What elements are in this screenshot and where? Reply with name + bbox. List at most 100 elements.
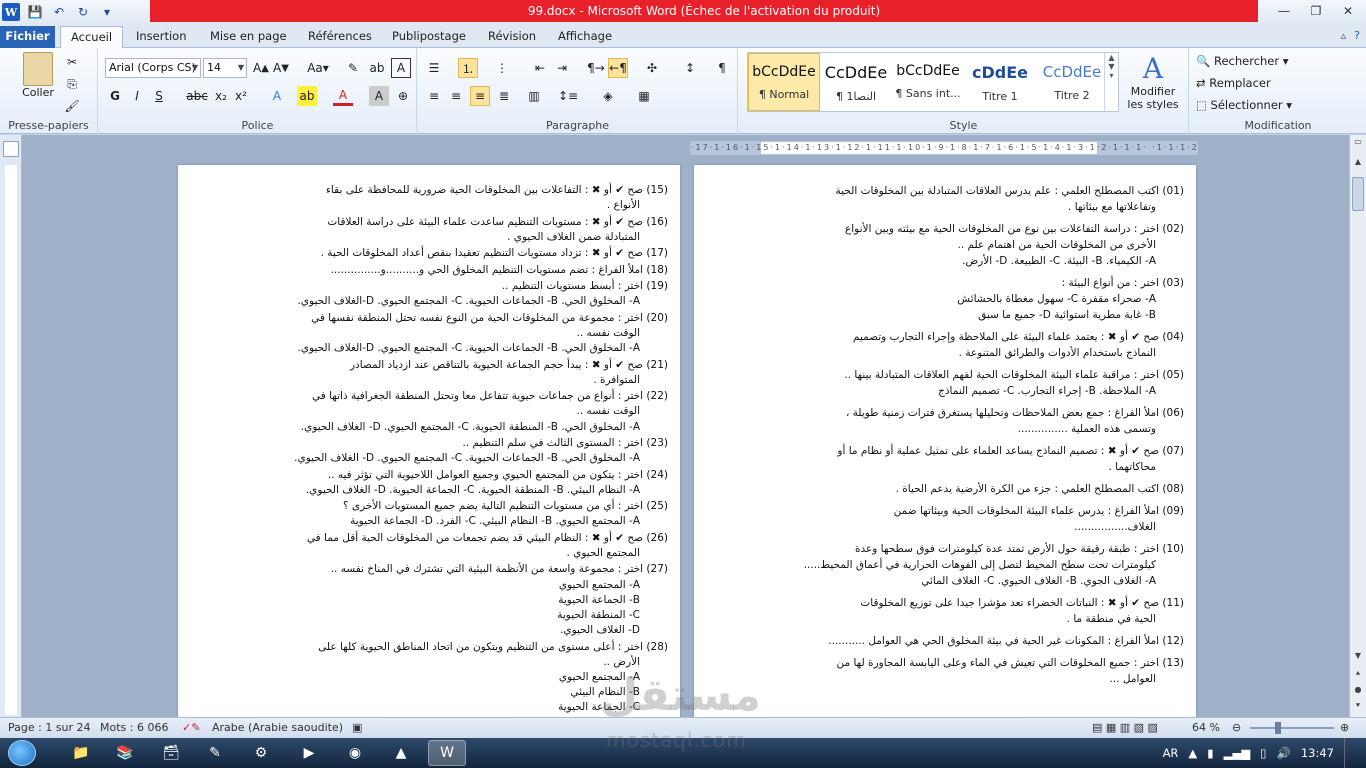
distributed-icon[interactable]: ▥: [524, 86, 544, 106]
zoom-level[interactable]: 64 %: [1192, 721, 1220, 734]
subscript-icon[interactable]: x₂: [211, 86, 231, 106]
style-custom[interactable]: CcDdEe ¶ النصا1: [820, 53, 892, 111]
clock[interactable]: 13:47: [1301, 746, 1334, 760]
scroll-down-icon[interactable]: ▼: [1350, 651, 1366, 665]
media-icon[interactable]: ▶: [290, 740, 328, 766]
winrar-icon[interactable]: 📚: [106, 740, 144, 766]
next-page-icon[interactable]: ⯆: [1350, 701, 1366, 715]
tab-mailings[interactable]: Publipostage: [382, 26, 476, 48]
explorer-icon[interactable]: 📁: [62, 740, 100, 766]
word-counter[interactable]: Mots : 6 066: [100, 721, 168, 734]
justify-icon[interactable]: ≣: [494, 86, 514, 106]
tab-home[interactable]: Accueil: [60, 26, 124, 49]
clear-formatting-icon[interactable]: ✎: [343, 58, 363, 78]
ltr-direction-icon[interactable]: ¶→: [586, 58, 606, 78]
tab-page-layout[interactable]: Mise en page: [200, 26, 297, 48]
character-border-icon[interactable]: A: [391, 58, 411, 78]
volume-icon[interactable]: 🔊: [1277, 746, 1291, 760]
language-indicator-tray[interactable]: AR: [1163, 746, 1179, 760]
style-heading-2[interactable]: CcDdEe Titre 2: [1036, 53, 1108, 111]
find-button[interactable]: 🔍 Rechercher ▾: [1196, 54, 1289, 68]
multilevel-list-icon[interactable]: ⋮: [492, 58, 512, 78]
increase-indent-icon[interactable]: ⇥: [552, 58, 572, 78]
style-heading-1[interactable]: cDdEe Titre 1: [964, 53, 1036, 111]
drive-icon[interactable]: ▲: [382, 740, 420, 766]
font-family-select[interactable]: Arial (Corps CS) ▼: [105, 58, 201, 78]
archive-icon[interactable]: 🗃: [152, 740, 190, 766]
tray-arrow-icon[interactable]: ▲: [1188, 746, 1197, 760]
style-normal[interactable]: bCcDdEe ¶ Normal: [748, 53, 820, 111]
document-page-1[interactable]: (01) اكتب المصطلح العلمي : علم يدرس العل…: [694, 165, 1196, 725]
align-center-icon[interactable]: ≡: [446, 86, 466, 106]
close-button[interactable]: ✕: [1334, 2, 1362, 20]
change-case-icon[interactable]: Aa▾: [305, 58, 331, 78]
phonetic-guide-icon[interactable]: ab: [367, 58, 387, 78]
shading-icon[interactable]: ◈: [598, 86, 618, 106]
tab-file[interactable]: Fichier: [0, 26, 55, 48]
tab-review[interactable]: Révision: [478, 26, 546, 48]
show-desktop-button[interactable]: [1344, 738, 1354, 768]
restore-button[interactable]: ❐: [1302, 2, 1330, 20]
borders-icon[interactable]: ▦: [634, 86, 654, 106]
underline-button[interactable]: S: [149, 86, 169, 106]
network-icon[interactable]: ▮: [1207, 746, 1213, 760]
page-counter[interactable]: Page : 1 sur 24: [8, 721, 91, 734]
zoom-slider-thumb[interactable]: [1275, 722, 1281, 734]
numbering-icon[interactable]: ⒈: [458, 58, 478, 78]
font-size-select[interactable]: 14 ▼: [203, 58, 247, 78]
zoom-out-icon[interactable]: ⊖: [1232, 721, 1241, 734]
enclose-characters-icon[interactable]: ⊕: [393, 86, 413, 106]
word-taskbar-icon[interactable]: W: [428, 740, 466, 766]
battery-icon[interactable]: ▯: [1260, 746, 1266, 760]
cut-icon[interactable]: ✂: [62, 52, 82, 72]
asian-layout-icon[interactable]: ✣: [642, 58, 662, 78]
zoom-in-icon[interactable]: ⊕: [1340, 721, 1349, 734]
customize-toolbar-icon[interactable]: ▾: [98, 3, 116, 21]
zoom-slider[interactable]: [1250, 727, 1334, 729]
tab-insert[interactable]: Insertion: [126, 26, 197, 48]
horizontal-ruler[interactable]: ·17·1·16·1·15·1·14·1·13·1·12·1·11·1·10·1…: [690, 141, 1198, 155]
document-page-2[interactable]: (15) صح ✔ أو ✖ : التفاعلات بين المخلوقات…: [178, 165, 680, 725]
vertical-scrollbar[interactable]: ▭ ▲ ▼ ⯅ ● ⯆: [1349, 135, 1366, 717]
character-shading-icon[interactable]: A: [369, 86, 389, 106]
help-icon[interactable]: ?: [1354, 29, 1360, 42]
text-effects-icon[interactable]: A: [267, 86, 287, 106]
replace-button[interactable]: ⇄ Remplacer: [1196, 76, 1271, 90]
tab-selector[interactable]: [3, 141, 19, 157]
scroll-up-icon[interactable]: ▲: [1350, 157, 1366, 171]
format-painter-icon[interactable]: 🖌: [62, 96, 82, 116]
word-logo-icon[interactable]: W: [2, 3, 20, 21]
show-marks-icon[interactable]: ¶: [712, 58, 732, 78]
sort-icon[interactable]: ↕: [680, 58, 700, 78]
align-right-icon[interactable]: ≡: [470, 86, 490, 106]
save-icon[interactable]: 💾: [26, 3, 44, 21]
proofing-icon[interactable]: ✓✎: [182, 721, 200, 734]
italic-button[interactable]: I: [127, 86, 147, 106]
macro-icon[interactable]: ▣: [352, 721, 362, 734]
rtl-direction-icon[interactable]: ←¶: [608, 58, 628, 78]
style-no-spacing[interactable]: bCcDdEe ¶ Sans int...: [892, 53, 964, 111]
font-color-icon[interactable]: A: [333, 86, 353, 106]
select-button[interactable]: ⬚ Sélectionner ▾: [1196, 98, 1292, 112]
view-buttons[interactable]: ▤ ▦ ▥ ▧ ▨: [1092, 721, 1158, 734]
bullets-icon[interactable]: ☰: [424, 58, 444, 78]
undo-icon[interactable]: ↶: [50, 3, 68, 21]
superscript-icon[interactable]: x²: [231, 86, 251, 106]
network-app-icon[interactable]: ⚙: [242, 740, 280, 766]
highlight-icon[interactable]: ab: [297, 86, 317, 106]
strikethrough-icon[interactable]: abc: [186, 86, 208, 106]
minimize-button[interactable]: —: [1270, 2, 1298, 20]
decrease-indent-icon[interactable]: ⇤: [530, 58, 550, 78]
gallery-scroll[interactable]: ▲ ▼ ▾: [1104, 53, 1118, 111]
grow-font-icon[interactable]: A ▲: [251, 58, 271, 78]
copy-icon[interactable]: ⎘: [62, 74, 82, 94]
change-styles-button[interactable]: A Modifier les styles: [1123, 52, 1183, 111]
align-left-icon[interactable]: ≡: [424, 86, 444, 106]
browse-object-icon[interactable]: ●: [1350, 685, 1366, 699]
chrome-icon[interactable]: ◉: [336, 740, 374, 766]
language-indicator[interactable]: Arabe (Arabie saoudite): [212, 721, 343, 734]
tools-icon[interactable]: ✎: [196, 740, 234, 766]
paste-button[interactable]: Coller: [18, 52, 58, 99]
redo-icon[interactable]: ↻: [74, 3, 92, 21]
split-icon[interactable]: ▭: [1350, 137, 1366, 151]
